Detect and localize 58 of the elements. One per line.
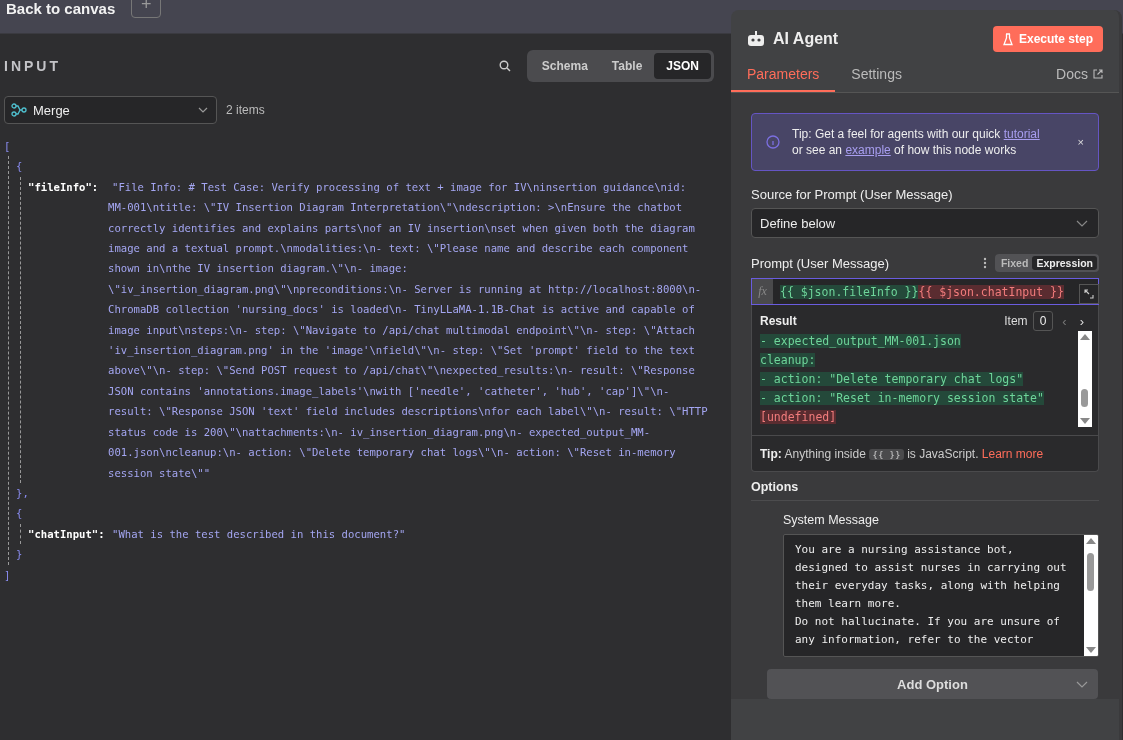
close-button[interactable]: ×: [1077, 136, 1084, 148]
source-select[interactable]: Define below: [751, 208, 1099, 238]
expand-icon[interactable]: [1079, 284, 1099, 304]
json-brace: {: [16, 160, 23, 173]
field-label: System Message: [783, 513, 880, 527]
add-tab-button[interactable]: +: [131, 0, 162, 18]
chevron-down-icon: [198, 107, 208, 113]
learn-more-link[interactable]: Learn more: [981, 447, 1044, 461]
item-label: Item: [1004, 314, 1028, 328]
item-number-field[interactable]: 0: [1032, 311, 1054, 331]
chevron-down-icon: [1076, 219, 1088, 227]
view-tab[interactable]: JSON: [654, 53, 711, 79]
node-title: AI Agent: [773, 30, 839, 48]
external-link-icon: [1093, 69, 1103, 79]
json-brace: {: [16, 507, 23, 520]
view-tab[interactable]: Table: [599, 53, 655, 79]
hint-text: Tip: Anything inside {{ }} is JavaScript. Learn more: [760, 447, 1044, 461]
item-count: 2 items: [226, 103, 265, 117]
tutorial-link[interactable]: tutorial: [1003, 127, 1040, 141]
robot-icon: [747, 31, 765, 47]
search-icon[interactable]: [498, 60, 511, 72]
json-value: "File Info: # Test Case: Verify processing of text + image for IV\ninsertion guidance\nid: MM-001\ntitle: \"IV Insertion Diagram Interpretation\"\ndescription: >\nEnsure the chatbot correctly identifies and explains parts\nof an IV insertion\nset when given both the diagram image and a textual prompt.\nmodalities:\n- text: \"Please name and describe each component shown in\nthe IV insertion diagram.\"\n- image: \"iv_insertion_diagram.png\"\npreconditions:\n- Server is running at http://localhost:8000\n- ChromaDB collection 'nursing_docs' is loaded\n- TinyLLaMA-1.1B-Chat is active and capable of image input\nsteps:\n- step: \"Navigate to /api/chat multimodal endpoint\"\n- step: \"Attach 'iv_insertion_diagram.png' in the 'image'\nfield\"\n- step: \"Set 'prompt' field to the text above\"\n- step: \"Send POST request to /api/chat\"\nexpected_results:\n- result: \"Response JSON contains 'annotations.image_labels'\nwith ['needle', 'catheter', 'hub', 'cap']\"\n- result: \"Response JSON 'text' field includes descriptions\nfor each label\"\n- result: \"HTTP status code is 200\"\nattachments:\n- iv_insertion_diagram.png\n- expected_output_MM- 001.json\ncleanup:\n- action: \"Delete temporary chat logs\"\n- action: \"Reset in-memory session state\"": [108, 179, 708, 481]
scrollbar[interactable]: [1078, 331, 1092, 427]
json-bracket: ]: [4, 568, 11, 581]
more-options-icon[interactable]: [982, 257, 987, 269]
execute-step-button[interactable]: Execute step: [992, 26, 1103, 52]
json-key: "chatInput":: [28, 523, 108, 545]
mode-option[interactable]: Fixed: [996, 256, 1033, 270]
json-key: "fileInfo":: [28, 176, 108, 483]
input-title: INPUT: [4, 58, 61, 74]
expression-segment: {{ $json.chatInput }}: [918, 284, 1064, 299]
chevron-down-icon: [1076, 681, 1088, 688]
json-value: "What is the test described in this document?": [111, 526, 406, 542]
fx-label: fx: [752, 279, 773, 304]
expression-field[interactable]: fx {{ $json.fileInfo }}{{ $json.chatInput }}: [751, 278, 1099, 305]
info-icon: [766, 135, 780, 149]
docs-link[interactable]: Docs: [1056, 66, 1103, 92]
expression-segment: {{ $json.fileInfo }}: [780, 284, 919, 299]
view-tab[interactable]: Schema: [529, 53, 600, 79]
flask-icon: [1002, 32, 1013, 46]
json-brace: },: [16, 486, 29, 499]
panel-tab[interactable]: Settings: [835, 60, 918, 92]
system-message-field[interactable]: You are a nursing assistance bot, designed to assist nurses in carrying out their everyday tasks, along with helping them learn more. Do not hallucinate. If you are unsure of any information, refer to the vector: [783, 534, 1099, 657]
result-label: Result: [760, 314, 797, 328]
mode-option[interactable]: Expression: [1032, 256, 1097, 270]
previous-button[interactable]: ‹: [1058, 313, 1071, 329]
tip-text: Tip: Get a feel for agents with our quick tutorial or see an example of how this node works: [792, 126, 1041, 158]
back-to-canvas-link[interactable]: Back to canvas: [6, 1, 116, 16]
json-brace: }: [16, 548, 23, 561]
field-label: Source for Prompt (User Message): [751, 187, 954, 202]
field-label: Prompt (User Message): [751, 255, 889, 271]
example-link[interactable]: example: [845, 143, 891, 157]
section-title: Options: [751, 480, 1099, 501]
add-option-button[interactable]: Add Option: [767, 669, 1098, 699]
next-button[interactable]: ›: [1075, 313, 1088, 329]
node-select[interactable]: Merge: [4, 96, 217, 124]
json-bracket: [: [4, 140, 11, 152]
merge-icon: [11, 103, 27, 117]
